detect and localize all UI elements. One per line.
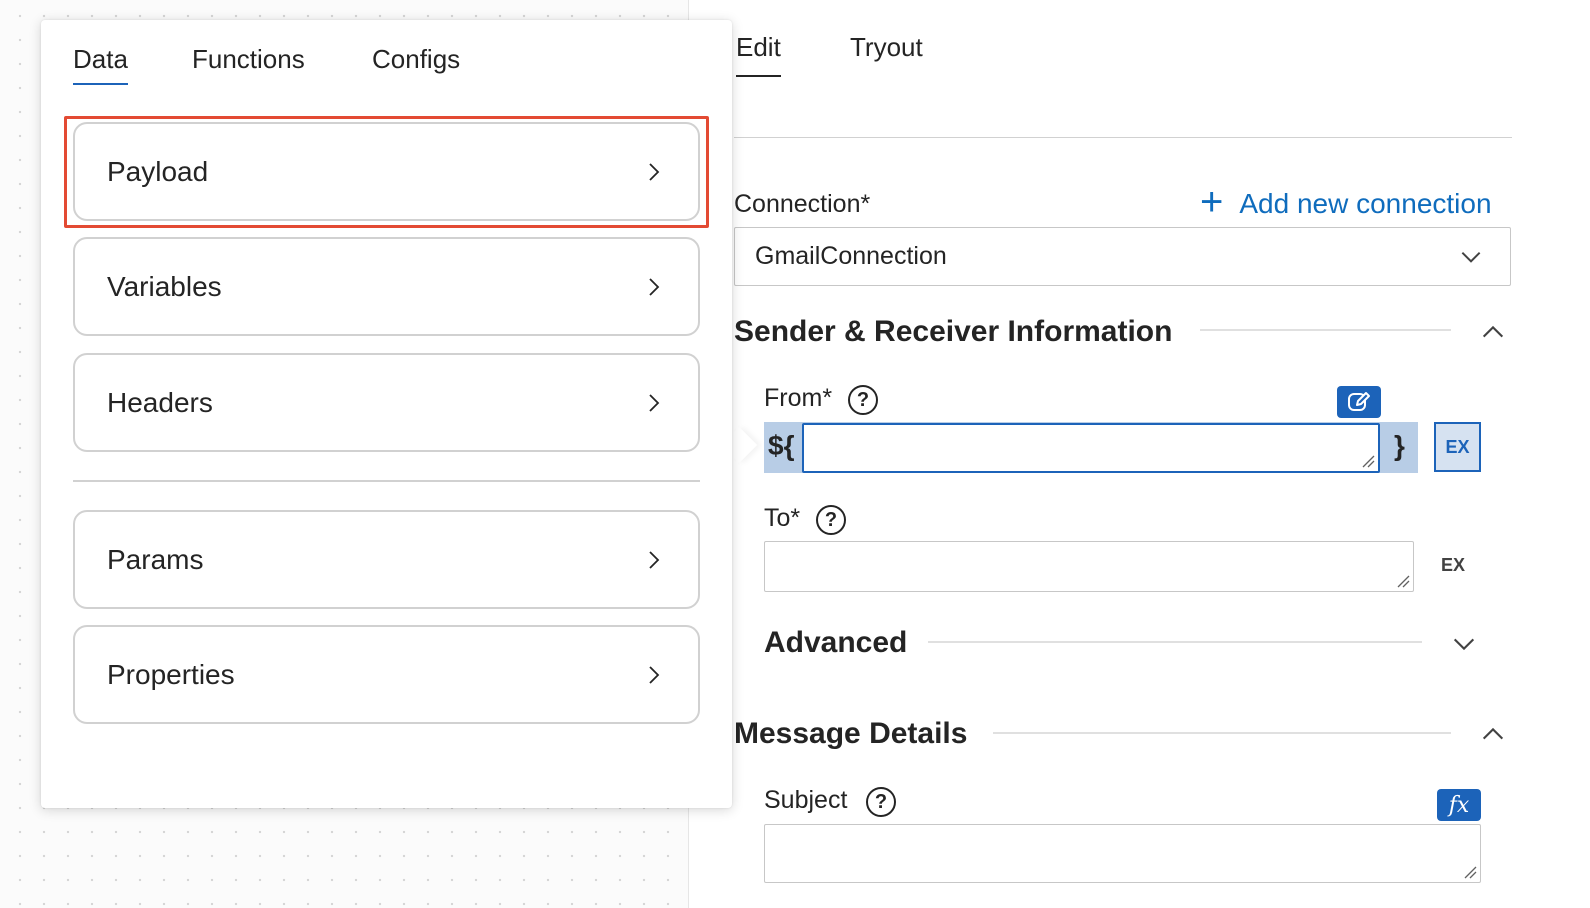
to-input[interactable]: [764, 541, 1414, 592]
chevron-down-icon[interactable]: [1450, 630, 1478, 658]
list-item-properties[interactable]: Properties: [73, 625, 700, 724]
list-item-label: Params: [107, 543, 204, 575]
subject-label: Subject: [764, 786, 848, 814]
chevron-right-icon: [649, 393, 660, 412]
tab-configs[interactable]: Configs: [372, 44, 460, 75]
list-item-params[interactable]: Params: [73, 510, 700, 609]
list-item-label: Properties: [107, 658, 235, 690]
from-label: From*: [764, 384, 833, 412]
edit-icon: [1348, 392, 1370, 411]
chevron-right-icon: [649, 277, 660, 296]
plus-icon: +: [1200, 180, 1224, 224]
help-icon[interactable]: ?: [866, 787, 896, 817]
section-divider: [928, 641, 1422, 643]
add-new-connection-label: Add new connection: [1239, 188, 1492, 219]
connection-label: Connection*: [734, 190, 871, 218]
expression-suffix: }: [1394, 430, 1405, 461]
tab-functions[interactable]: Functions: [192, 44, 305, 75]
section-divider: [993, 732, 1451, 734]
chevron-up-icon[interactable]: [1479, 720, 1507, 748]
list-item-label: Variables: [107, 270, 222, 302]
chevron-up-icon[interactable]: [1479, 318, 1507, 346]
function-button[interactable]: fx: [1437, 789, 1481, 821]
edit-expression-button[interactable]: [1337, 386, 1381, 418]
resize-grip-icon[interactable]: [1396, 574, 1410, 588]
list-item-label: Headers: [107, 386, 213, 418]
expression-prefix: ${: [768, 430, 795, 461]
popover-divider: [73, 480, 700, 482]
tab-tryout[interactable]: Tryout: [850, 32, 923, 63]
chevron-right-icon: [649, 665, 660, 684]
resize-grip-icon[interactable]: [1463, 865, 1477, 879]
connection-select[interactable]: GmailConnection: [734, 227, 1511, 286]
add-new-connection-link[interactable]: + Add new connection: [1200, 180, 1492, 224]
tabs-divider: [734, 137, 1512, 138]
expression-mode-button[interactable]: EX: [1434, 422, 1481, 472]
chevron-down-icon: [1461, 251, 1481, 263]
chevron-right-icon: [649, 550, 660, 569]
help-icon[interactable]: ?: [848, 385, 878, 415]
list-item-variables[interactable]: Variables: [73, 237, 700, 336]
connection-select-value: GmailConnection: [755, 242, 947, 270]
from-expression-input[interactable]: [802, 423, 1380, 473]
section-title-sender-receiver: Sender & Receiver Information: [734, 315, 1173, 348]
section-title-message-details: Message Details: [734, 717, 968, 750]
highlight-box: [64, 116, 709, 228]
help-icon[interactable]: ?: [816, 505, 846, 535]
expression-mode-button[interactable]: EX: [1441, 555, 1465, 576]
resize-grip-icon[interactable]: [1361, 454, 1375, 468]
subject-input[interactable]: [764, 824, 1481, 883]
section-title-advanced: Advanced: [764, 626, 908, 659]
to-label: To*: [764, 504, 801, 532]
list-item-headers[interactable]: Headers: [73, 353, 700, 452]
tab-edit[interactable]: Edit: [736, 32, 781, 77]
section-divider: [1200, 329, 1451, 331]
tab-data[interactable]: Data: [73, 44, 128, 85]
